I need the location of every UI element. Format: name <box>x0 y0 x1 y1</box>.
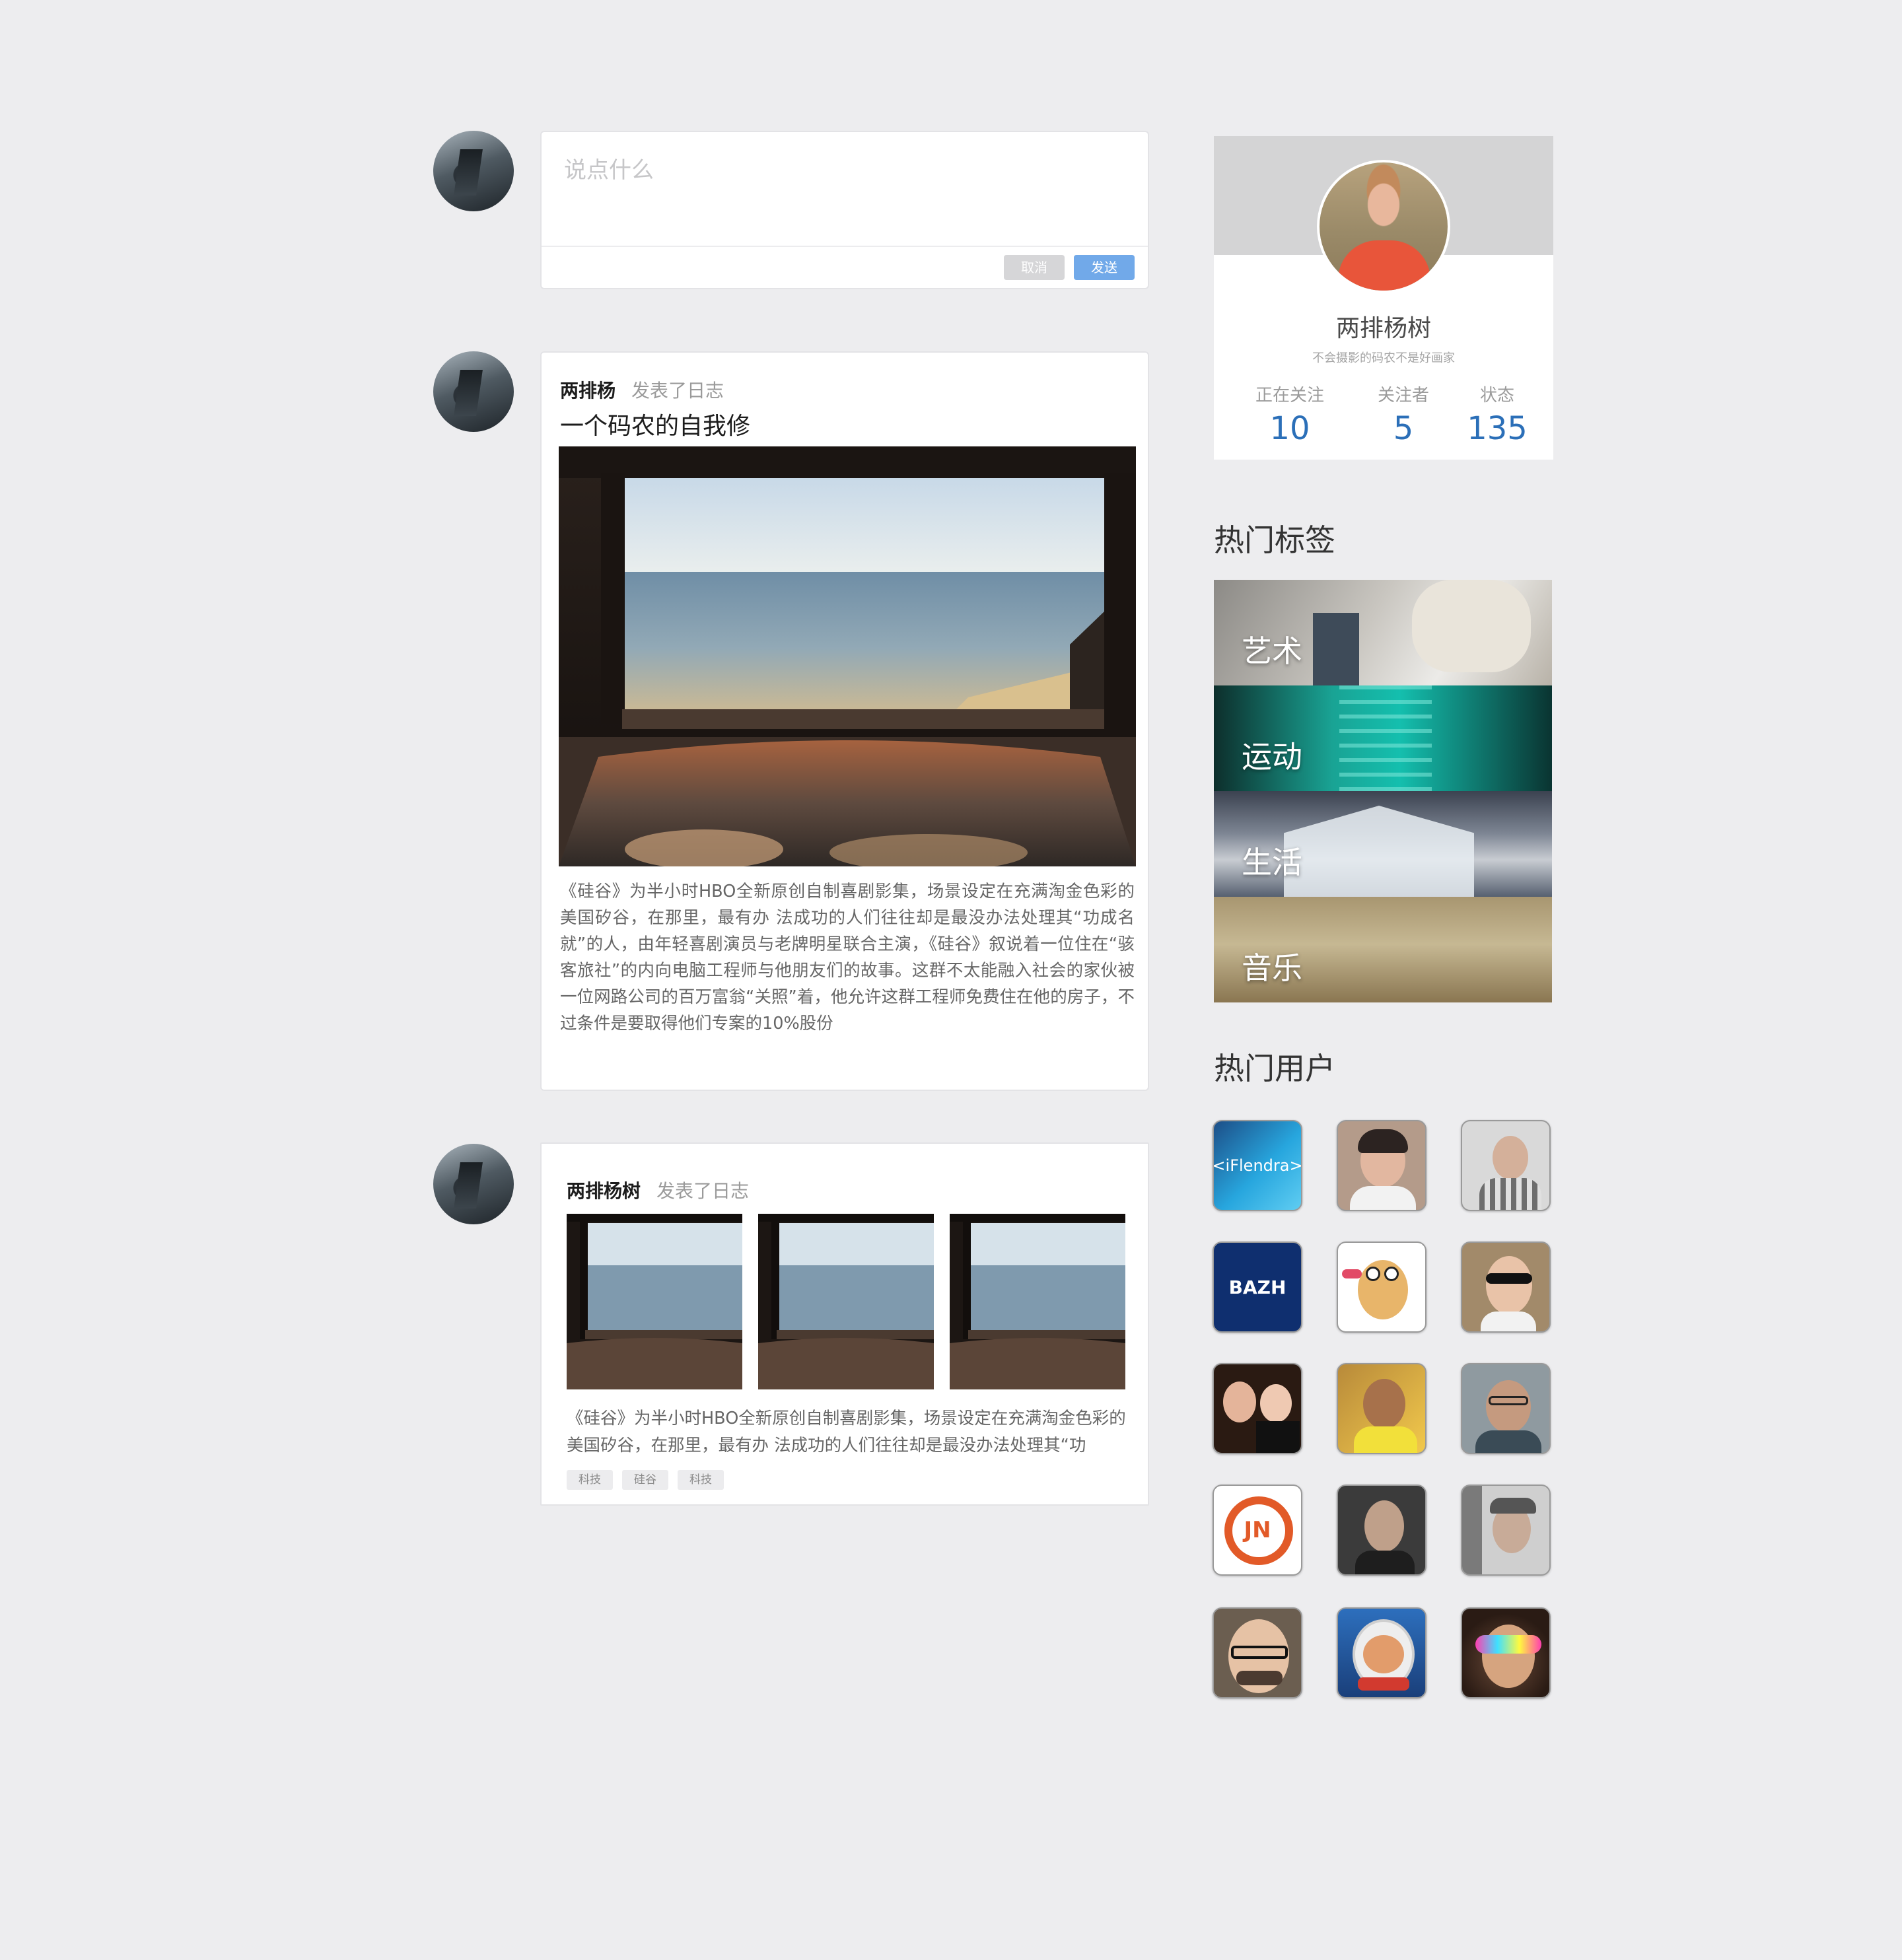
tag-label: 音乐 <box>1242 950 1302 986</box>
post-tag[interactable]: 科技 <box>567 1470 613 1490</box>
post-card: 两排杨 发表了日志 一个码农的自我修 《硅谷》为半小时HBO全新原创自制喜剧影集… <box>540 351 1149 1091</box>
post-action: 发表了日志 <box>631 380 724 402</box>
post-author-avatar[interactable] <box>433 351 514 432</box>
user-badge-text: <iFlendra> <box>1213 1156 1302 1175</box>
hot-user-avatar[interactable] <box>1337 1242 1426 1333</box>
post-composer: 取消 发送 <box>540 131 1149 289</box>
post-thumbnail[interactable] <box>567 1214 742 1389</box>
tag-tile-art[interactable]: 艺术 <box>1214 580 1552 685</box>
tag-label: 生活 <box>1242 845 1302 880</box>
hot-user-avatar[interactable] <box>1337 1120 1426 1211</box>
post-thumbnail[interactable] <box>758 1214 934 1389</box>
post-author[interactable]: 两排杨树 <box>567 1180 641 1202</box>
profile-bio: 不会摄影的码农不是好画家 <box>1312 351 1455 365</box>
post-header: 两排杨树 发表了日志 <box>567 1177 749 1203</box>
profile-name[interactable]: 两排杨树 <box>1214 309 1553 343</box>
post-body: 《硅谷》为半小时HBO全新原创自制喜剧影集，场景设定在充满淘金色彩的美国矽谷，在… <box>560 882 1135 1032</box>
hot-user-avatar[interactable]: <iFlendra> <box>1213 1120 1302 1211</box>
post-card: 两排杨树 发表了日志 《硅谷》为半小时HBO全新原创自制喜剧影集，场景设定在充满… <box>540 1142 1149 1506</box>
send-button[interactable]: 发送 <box>1074 255 1135 280</box>
tag-label: 运动 <box>1242 739 1302 775</box>
post-author-avatar[interactable] <box>433 1144 514 1224</box>
post-tag[interactable]: 硅谷 <box>622 1470 668 1490</box>
post-title[interactable]: 一个码农的自我修 <box>560 407 750 441</box>
post-thumbnail[interactable] <box>950 1214 1125 1389</box>
hot-user-avatar[interactable] <box>1213 1363 1302 1454</box>
tag-tile-life[interactable]: 生活 <box>1214 791 1552 897</box>
post-author[interactable]: 两排杨 <box>560 380 616 402</box>
composer-divider <box>542 246 1148 247</box>
user-badge-text: BAZH <box>1228 1276 1286 1298</box>
hot-user-avatar[interactable] <box>1213 1607 1302 1698</box>
stat-posts[interactable]: 状态 135 <box>1454 382 1540 447</box>
stat-following[interactable]: 正在关注 10 <box>1247 382 1333 447</box>
hot-user-avatar[interactable]: JN <box>1213 1485 1302 1576</box>
post-header: 两排杨 发表了日志 <box>560 376 724 403</box>
user-badge-text: JN <box>1244 1517 1271 1543</box>
hot-users-heading: 热门用户 <box>1214 1051 1335 1086</box>
hot-user-avatar[interactable] <box>1461 1607 1551 1698</box>
stat-label: 状态 <box>1479 386 1514 405</box>
hot-user-avatar[interactable] <box>1461 1363 1551 1454</box>
hot-user-avatar[interactable] <box>1337 1363 1426 1454</box>
tag-tile-music[interactable]: 音乐 <box>1214 897 1552 1002</box>
tag-tile-sports[interactable]: 运动 <box>1214 685 1552 791</box>
current-user-avatar[interactable] <box>433 131 514 211</box>
hot-user-avatar[interactable] <box>1461 1120 1551 1211</box>
cancel-button[interactable]: 取消 <box>1004 255 1065 280</box>
hot-tags-heading: 热门标签 <box>1214 522 1335 558</box>
stat-value: 135 <box>1467 410 1528 447</box>
post-image[interactable] <box>559 446 1136 866</box>
profile-card: 两排杨树 不会摄影的码农不是好画家 正在关注 10 关注者 5 状态 135 <box>1214 136 1553 460</box>
composer-textarea[interactable] <box>542 132 1148 246</box>
stat-followers[interactable]: 关注者 5 <box>1360 382 1446 447</box>
post-action: 发表了日志 <box>656 1180 750 1202</box>
hot-user-avatar[interactable] <box>1337 1485 1426 1576</box>
post-tag[interactable]: 科技 <box>678 1470 724 1490</box>
stat-label: 关注者 <box>1377 386 1429 405</box>
stat-value: 10 <box>1269 410 1310 447</box>
post-body: 《硅谷》为半小时HBO全新原创自制喜剧影集，场景设定在充满淘金色彩的美国矽谷，在… <box>567 1409 1126 1455</box>
stat-value: 5 <box>1393 410 1414 447</box>
hot-user-avatar[interactable] <box>1461 1242 1551 1333</box>
hot-user-avatar[interactable]: BAZH <box>1213 1242 1302 1333</box>
tag-label: 艺术 <box>1242 633 1302 669</box>
profile-avatar[interactable] <box>1317 160 1450 293</box>
stat-label: 正在关注 <box>1255 386 1324 405</box>
page: 取消 发送 两排杨发表了日志 一个码农的自我修 <box>0 0 1902 1960</box>
hot-user-avatar[interactable] <box>1337 1607 1426 1698</box>
hot-user-avatar[interactable] <box>1461 1485 1551 1576</box>
